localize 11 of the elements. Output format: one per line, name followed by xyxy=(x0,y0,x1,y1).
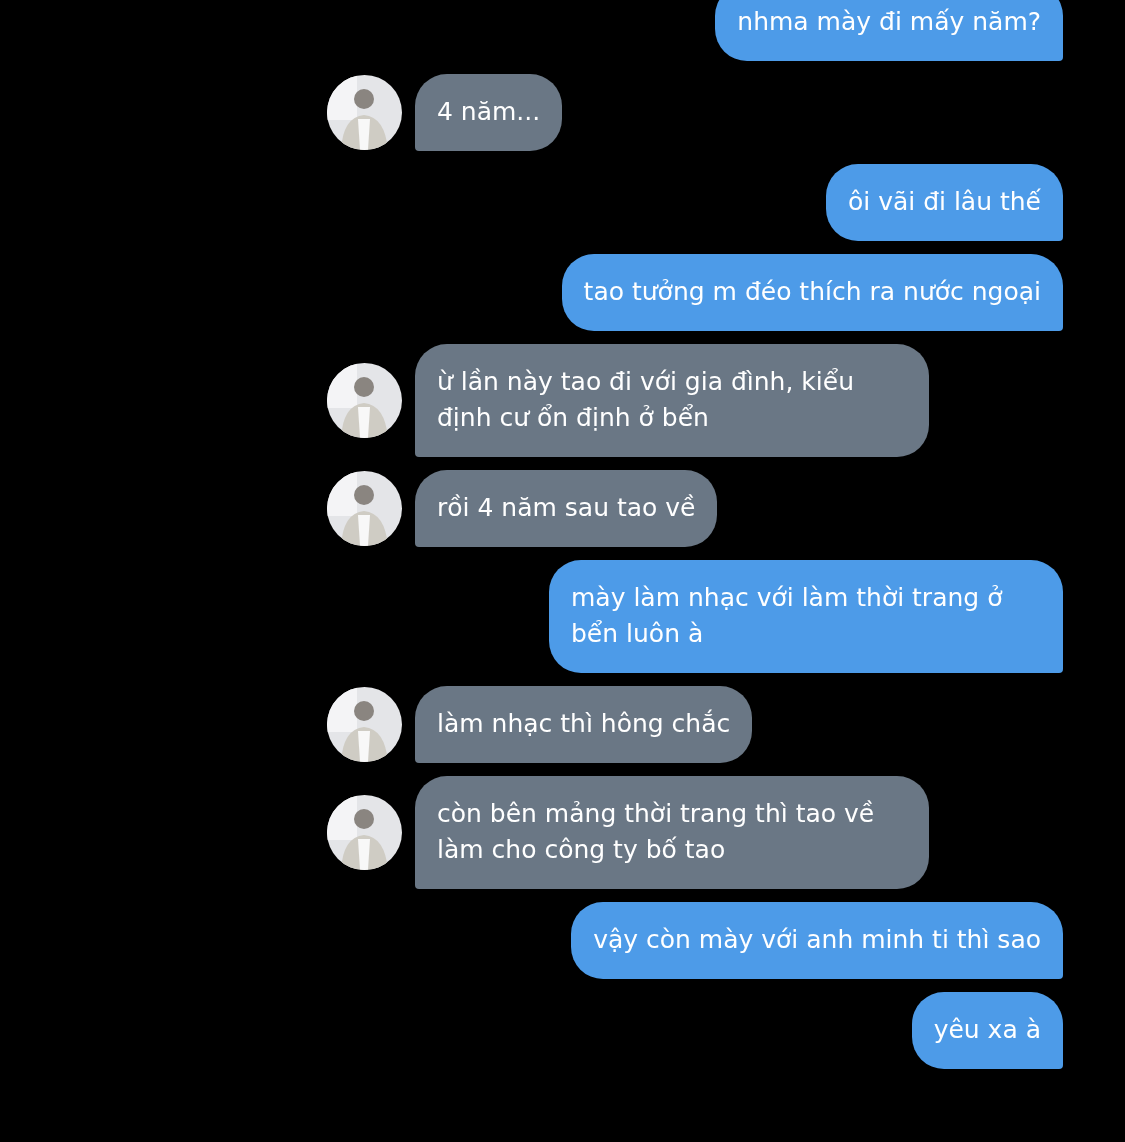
message-bubble: còn bên mảng thời trang thì tao về làm cho công ty bố tao xyxy=(415,776,929,889)
message-bubble: yêu xa à xyxy=(911,992,1063,1069)
message-bubble: nhma mày đi mấy năm? xyxy=(715,0,1063,61)
message-bubble: 4 năm... xyxy=(415,74,563,151)
message-bubble: mày làm nhạc với làm thời trang ở bển luôn à xyxy=(549,560,1063,673)
message-bubble: làm nhạc thì hông chắc xyxy=(415,686,753,763)
message-bubble: tao tưởng m đéo thích ra nước ngoại xyxy=(561,254,1063,331)
message-bubble: vậy còn mày với anh minh ti thì sao xyxy=(571,902,1063,979)
message-bubble: rồi 4 năm sau tao về xyxy=(415,470,718,547)
message-bubble: ừ lần này tao đi với gia đình, kiểu định cư ổn định ở bển xyxy=(415,344,929,457)
message-bubble: ôi vãi đi lâu thế xyxy=(825,164,1063,241)
